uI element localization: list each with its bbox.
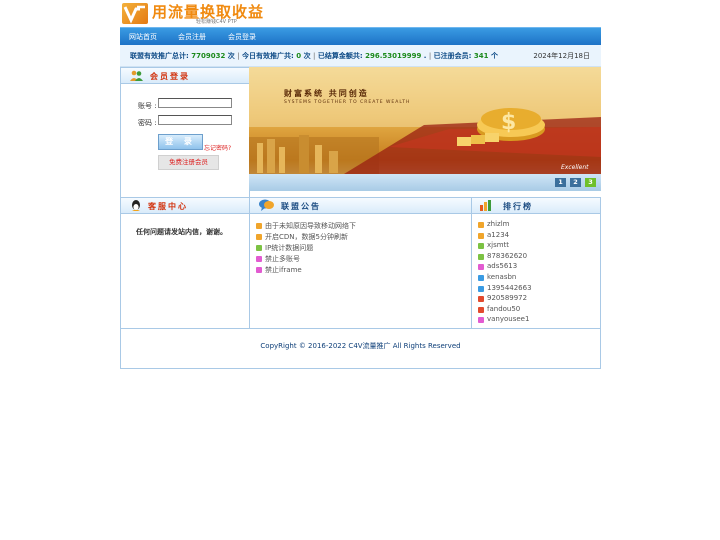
stat-amount-label: 已结算金额共: [317, 52, 363, 60]
rank-item-name: ads5613 [487, 262, 518, 271]
password-label: 密码 : [138, 119, 157, 127]
rank-item-name: 1395442663 [487, 283, 532, 292]
main-nav: 网站首页 会员注册 会员登录 [120, 27, 601, 45]
free-register-button[interactable]: 免费注册会员 [158, 155, 219, 170]
notice-item-text: IP统计数据问题 [265, 244, 314, 252]
notice-item-text: 开启CDN，数据5分钟刷新 [265, 233, 348, 241]
qq-penguin-icon [132, 200, 140, 211]
bullet-icon [478, 296, 484, 303]
current-date: 2024年12月18日 [533, 52, 590, 60]
service-title: 客服中心 [148, 202, 188, 211]
rank-item-name: xjsmtt [487, 241, 510, 250]
login-title: 会员登录 [150, 72, 190, 81]
notice-title: 联盟公告 [281, 202, 321, 211]
bullet-icon [478, 232, 484, 239]
bullet-icon [256, 234, 262, 240]
rank-panel: 排行榜 zhizlm a1234 xjsmtt 878362620 ads5613 ken… [471, 197, 601, 329]
bullet-icon [256, 245, 262, 251]
stat-amount-unit: . [423, 52, 427, 60]
stat-today-label: 今日有效推广共: [242, 52, 294, 60]
stat-sep: | [237, 52, 240, 60]
rank-item-name: a1234 [487, 230, 510, 239]
logo-icon [122, 3, 148, 24]
login-panel: 会员登录 账号 : 密码 : 登 录 忘记密码? 免费注册会员 [120, 67, 250, 199]
stat-amount-value: 296.53019999 [365, 52, 422, 60]
login-panel-header: 会员登录 [121, 68, 249, 84]
bullet-icon [478, 317, 484, 324]
rank-item-name: 878362620 [487, 251, 528, 260]
bullet-icon [478, 222, 484, 228]
banner-footer [249, 174, 601, 191]
bullet-icon [256, 223, 262, 229]
banner-tag: Excellent [561, 164, 589, 171]
stat-total-unit: 次 [227, 52, 235, 60]
bullet-icon [478, 243, 484, 250]
bullet-icon [478, 264, 484, 271]
rank-item-name: kenasbn [487, 273, 517, 281]
stat-sep: | [313, 52, 316, 60]
rank-item-name: zhizlm [487, 220, 510, 228]
rank-panel-header: 排行榜 [472, 198, 600, 214]
nav-register[interactable]: 会员注册 [178, 32, 206, 42]
bullet-icon [478, 306, 484, 313]
login-button[interactable]: 登 录 [158, 134, 203, 150]
stats-bar: 联盟有效推广总计: 7709032 次 | 今日有效推广共: 0 次 | 已结算… [120, 45, 601, 67]
notice-item-text: 禁止iframe [265, 266, 302, 274]
service-panel-header: 客服中心 [121, 198, 249, 214]
svg-text:$: $ [501, 110, 516, 135]
site-logo[interactable]: 用流量换取收益 轻松赚钱C4V PTP [120, 1, 280, 27]
stats-text: 联盟有效推广总计: 7709032 次 | 今日有效推广共: 0 次 | 已结算… [130, 51, 498, 61]
bullet-icon [256, 267, 262, 273]
account-input[interactable] [158, 98, 232, 108]
bullet-icon [478, 275, 484, 281]
service-text: 任何问题请发站内信，谢谢。 [136, 228, 227, 236]
banner: $ 财富系统 共同创造 SYSTEMS TOGETHER TO CREATE W… [249, 67, 601, 191]
bullet-icon [478, 285, 484, 292]
notice-panel: 联盟公告 由于未知原因导致移动网络下 开启CDN，数据5分钟刷新 IP统计数据问题禁… [249, 197, 472, 329]
rank-title: 排行榜 [503, 202, 533, 211]
banner-title: 财富系统 共同创造 [284, 89, 369, 98]
rank-item-name: vanyousee1 [487, 315, 530, 324]
rank-item-name: fandou50 [487, 304, 521, 313]
stat-total-value: 7709032 [191, 52, 226, 60]
notice-panel-header: 联盟公告 [250, 198, 471, 214]
nav-home[interactable]: 网站首页 [129, 32, 157, 42]
stat-sep: | [428, 52, 432, 60]
notice-item-text: 禁止多账号 [265, 255, 300, 263]
logo-subtitle: 轻松赚钱C4V PTP [196, 19, 237, 25]
stat-today-unit: 次 [303, 52, 311, 60]
notice-item-text: 由于未知原因导致移动网络下 [265, 222, 356, 230]
bullet-icon [256, 256, 262, 262]
service-panel: 客服中心 任何问题请发站内信，谢谢。 [120, 197, 250, 329]
forgot-password-link[interactable]: 忘记密码? [204, 143, 231, 152]
banner-subtitle: SYSTEMS TOGETHER TO CREATE WEALTH [284, 100, 411, 105]
bar-chart-icon [480, 200, 491, 211]
members-icon [130, 70, 143, 81]
stat-total-label: 联盟有效推广总计: [130, 52, 189, 60]
stat-members-unit: 个 [490, 52, 498, 60]
banner-page-1[interactable]: 1 [555, 178, 566, 187]
footer: CopyRight © 2016-2022 C4V流量推广 All Rights… [120, 328, 601, 369]
rank-item-name: 920589972 [487, 294, 528, 303]
stat-members-value: 341 [473, 52, 489, 60]
banner-artwork: $ [249, 67, 601, 174]
password-input[interactable] [158, 115, 232, 125]
stat-today-value: 0 [296, 52, 302, 60]
account-label: 账号 : [138, 102, 157, 110]
copyright: CopyRight © 2016-2022 C4V流量推广 All Rights… [260, 342, 461, 350]
stat-members-label: 已注册会员: [433, 52, 472, 60]
banner-page-2[interactable]: 2 [570, 178, 581, 187]
banner-page-3[interactable]: 3 [585, 178, 596, 187]
speech-bubble-icon [259, 199, 274, 211]
nav-login[interactable]: 会员登录 [228, 32, 256, 42]
bullet-icon [478, 253, 484, 260]
